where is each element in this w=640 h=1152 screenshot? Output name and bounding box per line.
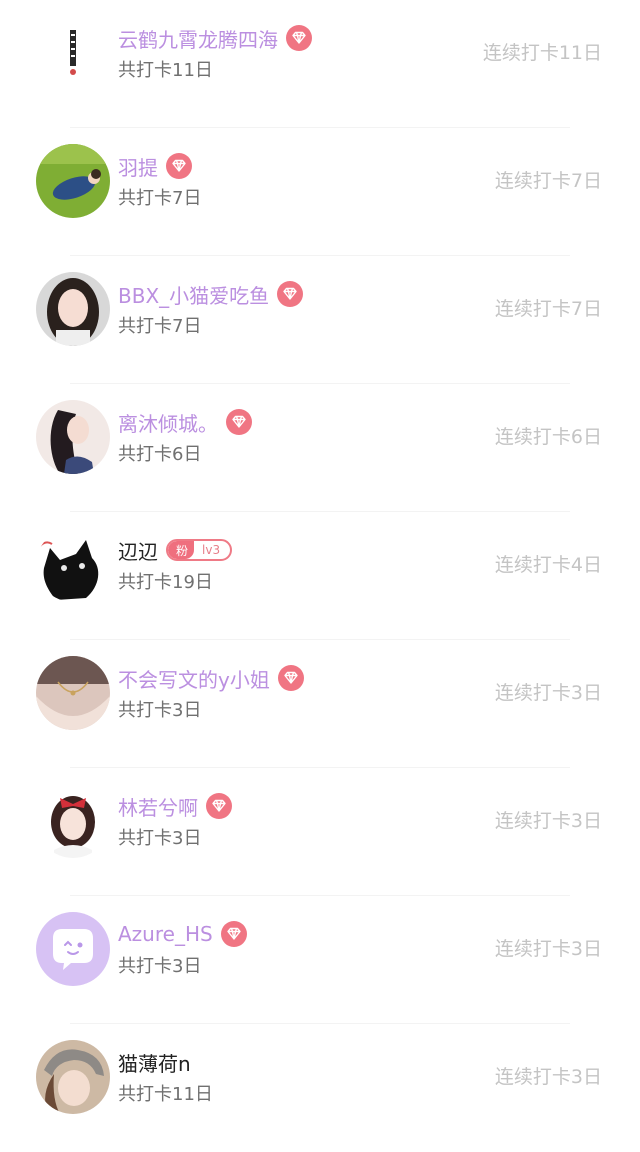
checkin-list: 云鹤九霄龙腾四海 共打卡11日 连续打卡11日 羽提 共打卡7日 连续打卡7日 … — [0, 0, 640, 1152]
streak-checkins: 连续打卡3日 — [494, 938, 602, 960]
streak-checkins: 连续打卡3日 — [494, 1066, 602, 1088]
list-item[interactable]: 林若兮啊 共打卡3日 连续打卡3日 — [0, 768, 640, 896]
user-name[interactable]: BBX_小猫爱吃鱼 — [118, 280, 269, 309]
streak-checkins: 连续打卡3日 — [494, 810, 602, 832]
avatar[interactable] — [36, 144, 110, 218]
streak-checkins: 连续打卡7日 — [494, 170, 602, 192]
total-checkins: 共打卡19日 — [118, 572, 213, 593]
list-item[interactable]: 猫薄荷n 共打卡11日 连续打卡3日 — [0, 1024, 640, 1152]
diamond-icon — [166, 153, 192, 179]
streak-checkins: 连续打卡6日 — [494, 426, 602, 448]
diamond-icon — [277, 281, 304, 307]
list-item[interactable]: BBX_小猫爱吃鱼 共打卡7日 连续打卡7日 — [0, 256, 640, 384]
user-name[interactable]: 猫薄荷n — [118, 1048, 191, 1077]
list-item[interactable]: Azure_HS 共打卡3日 连续打卡3日 — [0, 896, 640, 1024]
diamond-icon — [226, 409, 252, 435]
user-name[interactable]: 辺辺 — [118, 536, 158, 565]
total-checkins: 共打卡11日 — [118, 60, 213, 81]
diamond-icon — [277, 665, 304, 691]
fan-tag: 粉 — [168, 541, 195, 559]
user-name[interactable]: Azure_HS — [118, 922, 213, 946]
total-checkins: 共打卡3日 — [118, 828, 202, 849]
user-name[interactable]: 云鹤九霄龙腾四海 — [118, 24, 278, 53]
fan-level-badge: 粉 lv3 — [166, 539, 233, 561]
user-name[interactable]: 林若兮啊 — [118, 792, 198, 821]
streak-checkins: 连续打卡3日 — [494, 682, 602, 704]
list-item[interactable]: 不会写文的y小姐 共打卡3日 连续打卡3日 — [0, 640, 640, 768]
total-checkins: 共打卡7日 — [118, 316, 202, 337]
fan-level: lv3 — [202, 543, 221, 557]
diamond-icon — [220, 921, 247, 947]
avatar[interactable] — [36, 656, 110, 730]
user-name[interactable]: 不会写文的y小姐 — [118, 664, 270, 693]
streak-checkins: 连续打卡7日 — [494, 298, 602, 320]
streak-checkins: 连续打卡11日 — [482, 42, 602, 64]
avatar[interactable] — [36, 1040, 110, 1114]
avatar[interactable] — [36, 272, 110, 346]
total-checkins: 共打卡3日 — [118, 956, 202, 977]
user-name[interactable]: 离沐倾城。 — [118, 408, 218, 437]
avatar[interactable] — [36, 912, 110, 986]
total-checkins: 共打卡6日 — [118, 444, 202, 465]
list-item[interactable]: 羽提 共打卡7日 连续打卡7日 — [0, 128, 640, 256]
list-item[interactable]: 离沐倾城。 共打卡6日 连续打卡6日 — [0, 384, 640, 512]
diamond-icon — [206, 793, 232, 819]
list-item[interactable]: 云鹤九霄龙腾四海 共打卡11日 连续打卡11日 — [0, 0, 640, 128]
user-name[interactable]: 羽提 — [118, 152, 158, 181]
avatar[interactable] — [36, 784, 110, 858]
streak-checkins: 连续打卡4日 — [494, 554, 602, 576]
avatar[interactable] — [36, 400, 110, 474]
total-checkins: 共打卡3日 — [118, 700, 202, 721]
avatar[interactable] — [36, 528, 110, 602]
list-item[interactable]: 辺辺 粉 lv3 共打卡19日 连续打卡4日 — [0, 512, 640, 640]
total-checkins: 共打卡7日 — [118, 188, 202, 209]
diamond-icon — [286, 25, 312, 51]
total-checkins: 共打卡11日 — [118, 1084, 213, 1105]
avatar[interactable] — [36, 16, 110, 90]
